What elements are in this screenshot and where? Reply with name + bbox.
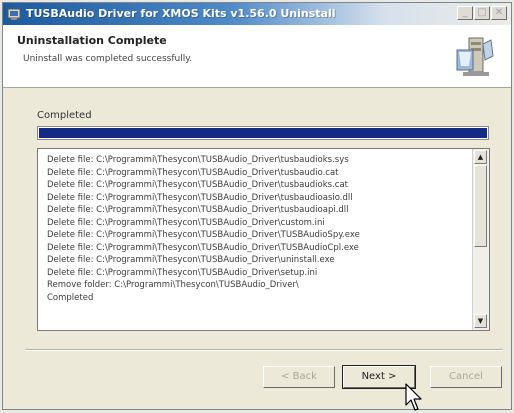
wizard-header: Uninstallation Complete Uninstall was co… xyxy=(3,25,511,88)
details-log-list[interactable]: Delete file: C:\Programmi\Thesycon\TUSBA… xyxy=(37,148,490,331)
progress-status-label: Completed xyxy=(37,110,92,121)
log-line: Delete file: C:\Programmi\Thesycon\TUSBA… xyxy=(47,242,359,253)
footer-divider xyxy=(25,349,503,351)
log-line: Delete file: C:\Programmi\Thesycon\TUSBA… xyxy=(47,155,349,165)
mouse-pointer-icon xyxy=(405,383,422,411)
page-subtitle: Uninstall was completed successfully. xyxy=(23,54,193,64)
log-line: Delete file: C:\Programmi\Thesycon\TUSBA… xyxy=(47,180,348,190)
log-line: Remove folder: C:\Programmi\Thesycon\TUS… xyxy=(47,280,299,290)
log-line: Completed xyxy=(47,292,94,303)
maximize-button[interactable]: □ xyxy=(474,6,490,20)
uninstall-window: TUSBAudio Driver for XMOS Kits v1.56.0 U… xyxy=(2,2,512,410)
close-button[interactable]: ✕ xyxy=(491,6,507,20)
back-button[interactable]: < Back xyxy=(263,366,335,388)
app-icon xyxy=(7,8,21,20)
installer-computer-icon xyxy=(456,37,494,76)
scroll-thumb[interactable] xyxy=(474,165,487,247)
log-lines: Delete file: C:\Programmi\Thesycon\TUSBA… xyxy=(47,154,360,304)
page-title: Uninstallation Complete xyxy=(17,34,167,47)
scroll-up-icon[interactable]: ▲ xyxy=(474,150,487,164)
log-line: Delete file: C:\Programmi\Thesycon\TUSBA… xyxy=(47,205,349,215)
log-line: Delete file: C:\Programmi\Thesycon\TUSBA… xyxy=(47,267,318,278)
scroll-down-icon[interactable]: ▼ xyxy=(474,314,487,328)
log-line: Delete file: C:\Programmi\Thesycon\TUSBA… xyxy=(47,217,325,228)
progress-bar-fill xyxy=(39,128,487,138)
progress-bar xyxy=(37,126,489,140)
log-line: Delete file: C:\Programmi\Thesycon\TUSBA… xyxy=(47,192,353,203)
title-bar[interactable]: TUSBAudio Driver for XMOS Kits v1.56.0 U… xyxy=(3,3,511,25)
cancel-button[interactable]: Cancel xyxy=(430,366,502,388)
log-line: Delete file: C:\Programmi\Thesycon\TUSBA… xyxy=(47,230,360,240)
log-scrollbar[interactable]: ▲ ▼ xyxy=(472,149,489,330)
log-line: Delete file: C:\Programmi\Thesycon\TUSBA… xyxy=(47,167,339,178)
log-line: Delete file: C:\Programmi\Thesycon\TUSBA… xyxy=(47,255,335,265)
window-title: TUSBAudio Driver for XMOS Kits v1.56.0 U… xyxy=(26,7,336,20)
minimize-button[interactable]: _ xyxy=(457,6,473,20)
